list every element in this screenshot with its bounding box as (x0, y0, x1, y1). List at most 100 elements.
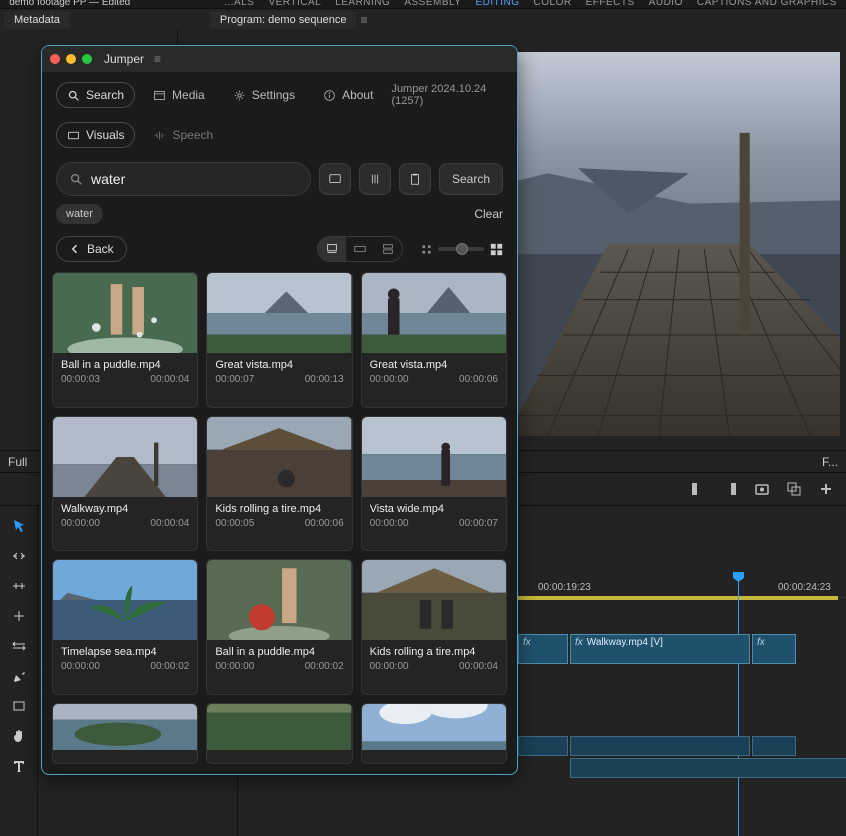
app-menu-bar: demo footage PP — Edited ...ALS VERTICAL… (0, 0, 846, 8)
playhead[interactable] (738, 578, 739, 836)
export-frame-icon[interactable] (786, 481, 802, 497)
out-time: 00:00:02 (305, 661, 344, 672)
in-time: 00:00:00 (215, 661, 254, 672)
workspace-tab[interactable]: LEARNING (335, 0, 390, 8)
nav-about[interactable]: About (313, 83, 383, 107)
search-box[interactable] (56, 162, 311, 196)
result-card[interactable]: Timelapse sea.mp4 00:00:0000:00:02 (52, 559, 198, 695)
workspace-tab[interactable]: AUDIO (649, 0, 683, 8)
thumbnail (53, 704, 197, 750)
display-mode-button[interactable] (319, 163, 351, 195)
out-time: 00:00:04 (150, 374, 189, 385)
workspace-tab[interactable]: EFFECTS (586, 0, 635, 8)
thumbnail (362, 704, 506, 750)
result-title: Walkway.mp4 (61, 503, 189, 515)
slip-tool[interactable] (9, 636, 29, 656)
rate-stretch-tool[interactable] (9, 576, 29, 596)
fit-label-left[interactable]: Full (8, 455, 27, 469)
chevron-left-icon (69, 243, 81, 255)
layout-wide-icon[interactable] (346, 237, 374, 261)
result-card[interactable]: Walkway.mp4 00:00:0000:00:04 (52, 416, 198, 552)
selection-tool[interactable] (9, 516, 29, 536)
nav-settings[interactable]: Settings (223, 83, 305, 107)
back-button[interactable]: Back (56, 236, 127, 262)
pen-tool[interactable] (9, 666, 29, 686)
search-button[interactable]: Search (439, 163, 503, 195)
hand-tool[interactable] (9, 726, 29, 746)
result-card[interactable]: Great vista.mp4 00:00:0700:00:13 (206, 272, 352, 408)
result-card[interactable]: Kids rolling a tire.mp4 00:00:0500:00:06 (206, 416, 352, 552)
layout-card-icon[interactable] (318, 237, 346, 261)
result-card[interactable]: Great vista.mp4 00:00:0000:00:06 (361, 272, 507, 408)
audio-clip[interactable] (518, 736, 568, 756)
ripple-tool[interactable] (9, 546, 29, 566)
workspace-tab[interactable]: ...ALS (224, 0, 254, 8)
type-tool[interactable] (9, 756, 29, 776)
result-title: Ball in a puddle.mp4 (215, 646, 343, 658)
audio-clip[interactable] (752, 736, 796, 756)
video-clip-walkway[interactable]: fxWalkway.mp4 [V] (570, 634, 750, 664)
video-clip[interactable]: fx (518, 634, 568, 664)
search-input[interactable] (91, 171, 298, 187)
program-tab[interactable]: Program: demo sequence (210, 11, 357, 29)
out-time: 00:00:04 (150, 518, 189, 529)
thumbnail (362, 273, 506, 353)
clipboard-icon (408, 172, 422, 186)
program-viewer[interactable] (518, 52, 840, 436)
metadata-tab[interactable]: Metadata (4, 11, 70, 29)
result-card[interactable]: Ball in a puddle.mp4 00:00:0300:00:04 (52, 272, 198, 408)
in-time: 00:00:00 (370, 518, 409, 529)
out-time: 00:00:06 (305, 518, 344, 529)
workspace-tab[interactable]: COLOR (534, 0, 572, 8)
grid-large-icon (490, 243, 503, 256)
thumbnail (53, 273, 197, 353)
zoom-icon[interactable] (82, 54, 92, 64)
work-area-bar[interactable] (518, 596, 838, 600)
window-menu-icon[interactable]: ≡ (154, 52, 161, 66)
tab-visuals[interactable]: Visuals (56, 122, 135, 148)
rectangle-tool[interactable] (9, 696, 29, 716)
workspace-tab-active[interactable]: EDITING (475, 0, 519, 8)
audio-clip[interactable] (570, 758, 846, 778)
layout-stack-icon[interactable] (374, 237, 402, 261)
nav-search[interactable]: Search (56, 82, 135, 108)
result-card[interactable] (52, 703, 198, 765)
workspace-tab[interactable]: VERTICAL (268, 0, 321, 8)
workspace-tab[interactable]: CAPTIONS AND GRAPHICS (697, 0, 837, 8)
columns-button[interactable] (359, 163, 391, 195)
window-titlebar[interactable]: Jumper ≡ (42, 46, 517, 72)
out-time: 00:00:07 (459, 518, 498, 529)
tab-speech[interactable]: Speech (143, 122, 223, 148)
results-grid: Ball in a puddle.mp4 00:00:0300:00:04 Gr… (42, 272, 517, 774)
grid-small-icon (421, 244, 432, 255)
info-icon (323, 89, 336, 102)
mark-out-icon[interactable] (722, 481, 738, 497)
fit-label-right[interactable]: F... (822, 455, 838, 469)
result-card[interactable] (206, 703, 352, 765)
result-card[interactable]: Ball in a puddle.mp4 00:00:00 00:00:02 (206, 559, 352, 695)
plus-icon[interactable] (818, 481, 834, 497)
razor-tool[interactable] (9, 606, 29, 626)
nav-media[interactable]: Media (143, 83, 215, 107)
result-title: Kids rolling a tire.mp4 (370, 646, 498, 658)
video-clip[interactable]: fx (752, 634, 796, 664)
thumbnail (362, 417, 506, 497)
jumper-window: Jumper ≡ Search Media Settings About Jum… (41, 45, 518, 775)
mark-in-icon[interactable] (690, 481, 706, 497)
workspace-tab[interactable]: ASSEMBLY (404, 0, 461, 8)
snapshot-icon[interactable] (754, 481, 770, 497)
thumbnail-size-slider[interactable] (421, 243, 503, 256)
result-card[interactable]: Vista wide.mp4 00:00:0000:00:07 (361, 416, 507, 552)
audio-clip[interactable] (570, 736, 750, 756)
in-time: 00:00:07 (215, 374, 254, 385)
search-tag[interactable]: water (56, 204, 103, 224)
timecode-label: 00:00:24:23 (778, 582, 831, 593)
close-icon[interactable] (50, 54, 60, 64)
minimize-icon[interactable] (66, 54, 76, 64)
result-card[interactable] (361, 703, 507, 765)
panel-menu-icon[interactable]: ≡ (360, 13, 367, 27)
clipboard-button[interactable] (399, 163, 431, 195)
result-card[interactable]: Kids rolling a tire.mp4 00:00:0000:00:04 (361, 559, 507, 695)
visuals-icon (67, 129, 80, 142)
clear-button[interactable]: Clear (474, 207, 503, 221)
